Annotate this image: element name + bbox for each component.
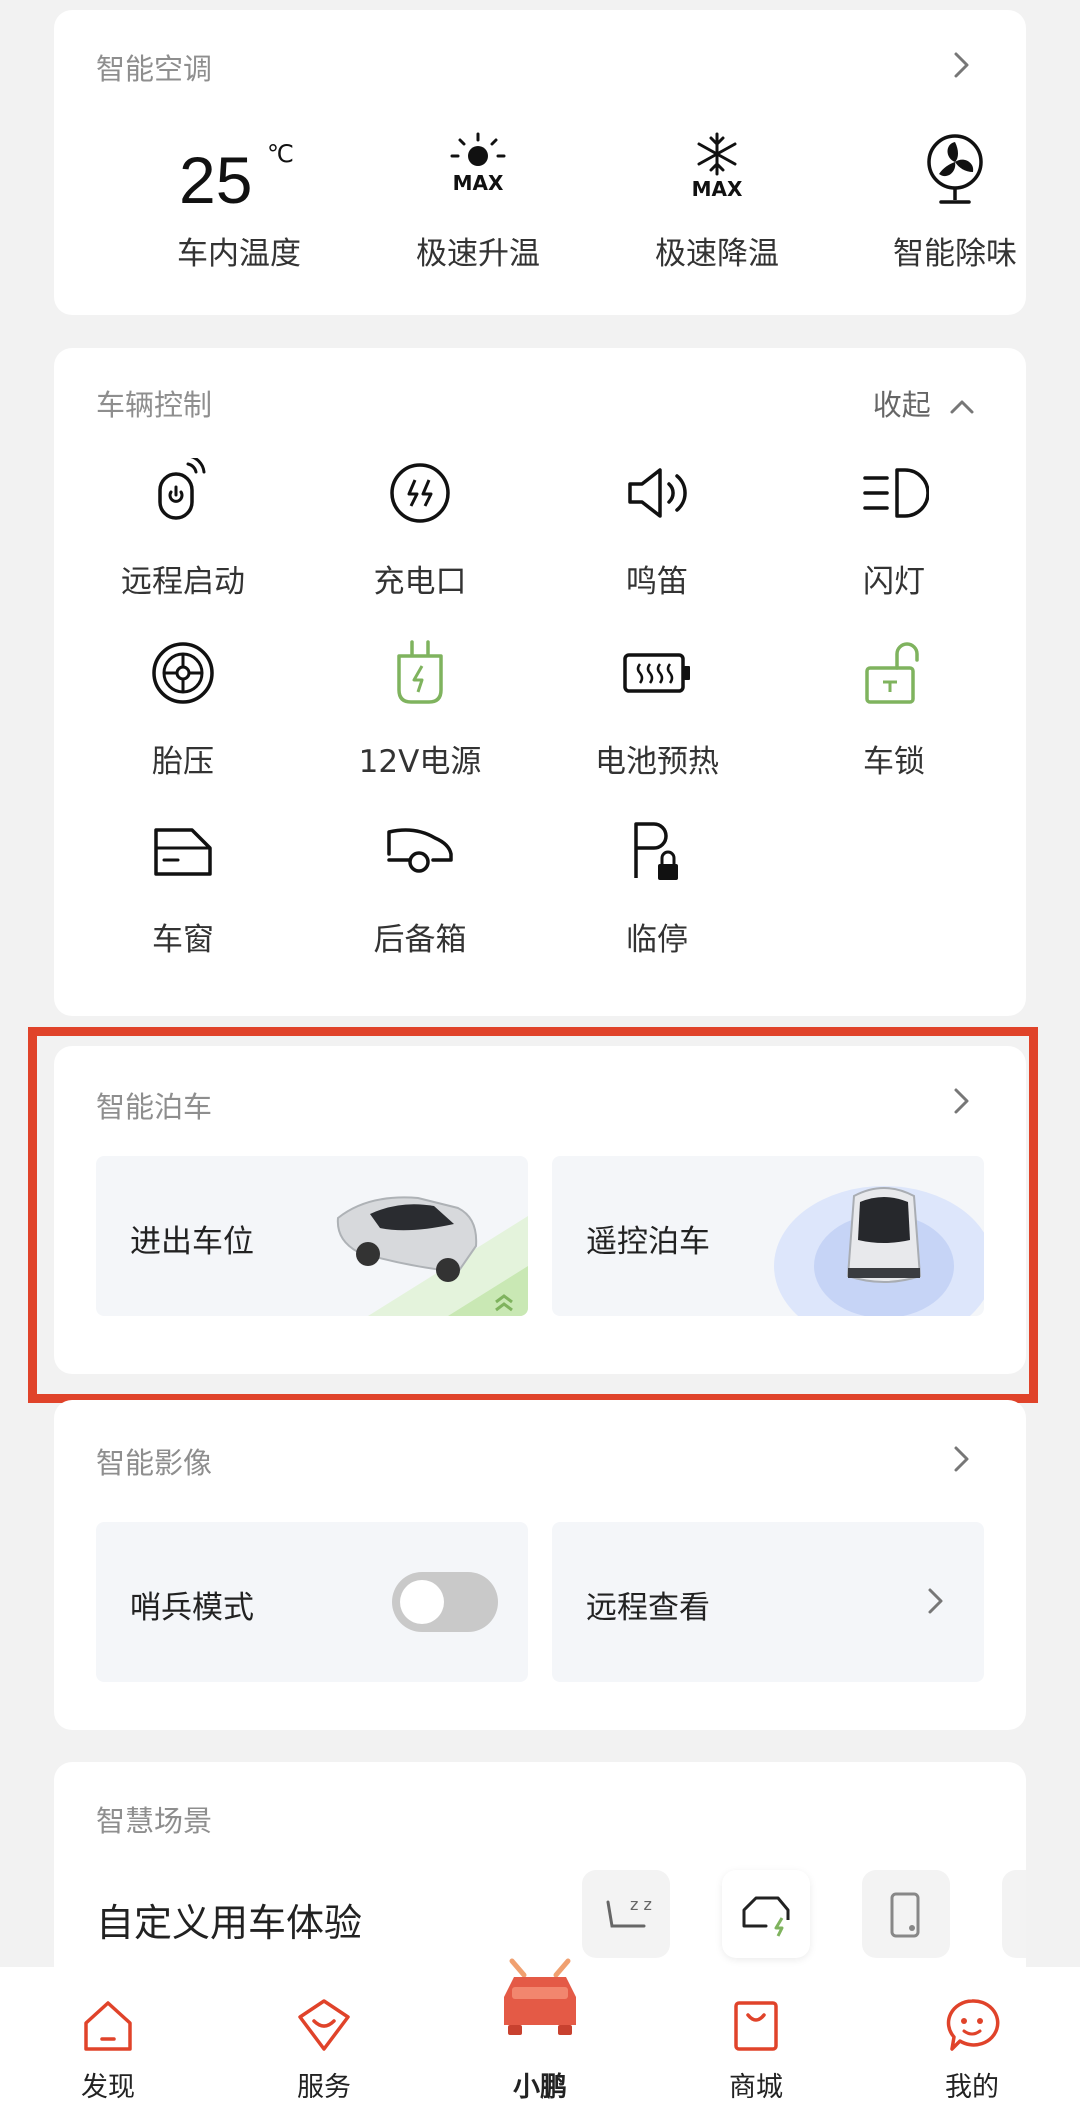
parking-lock-icon	[622, 816, 692, 886]
cabin-temperature-value: 25	[179, 143, 253, 217]
chevron-right-icon	[920, 1586, 950, 1616]
window-icon	[148, 816, 218, 886]
vc-item-label: 12V电源	[358, 744, 482, 780]
sleep-seat-icon[interactable]: z z	[582, 1870, 670, 1958]
remote-start-icon	[148, 458, 218, 528]
vc-item-label: 后备箱	[373, 922, 467, 958]
vc-item-label: 临停	[626, 922, 688, 958]
plug-icon	[385, 638, 455, 708]
tab-profile[interactable]: 我的	[902, 1967, 1042, 2107]
ac-item-label: 极速降温	[655, 236, 779, 272]
fan-icon	[915, 130, 995, 210]
snowflake-max-icon: MAX	[677, 130, 757, 210]
sentry-mode-label: 哨兵模式	[130, 1590, 254, 1626]
toggle-knob	[400, 1580, 444, 1624]
car-charge-icon[interactable]	[722, 1870, 810, 1958]
sun-max-icon: MAX	[438, 130, 518, 210]
ac-item-label: 极速升温	[416, 236, 540, 272]
tab-label: 我的	[945, 2072, 999, 2103]
vc-item-label: 车窗	[152, 922, 214, 958]
headlight-icon	[859, 458, 929, 528]
vehicle-control-title: 车辆控制	[96, 388, 213, 422]
remote-view-label: 远程查看	[586, 1590, 710, 1626]
tab-service[interactable]: 服务	[254, 1967, 394, 2107]
collapse-label: 收起	[872, 388, 931, 422]
vc-item-label: 胎压	[152, 744, 214, 780]
vc-item-label: 闪灯	[863, 564, 925, 600]
tab-xpeng[interactable]: 小鹏	[470, 1958, 610, 2107]
vc-item-label: 车锁	[863, 744, 925, 780]
vc-item-label: 充电口	[373, 564, 467, 600]
profile-face-icon	[942, 1995, 1002, 2055]
trunk-icon	[385, 816, 455, 886]
svg-text:MAX: MAX	[453, 171, 504, 195]
smart-camera-card: 智能影像 哨兵模式 远程查看	[54, 1400, 1026, 1730]
charge-port-icon	[385, 458, 455, 528]
tire-icon	[148, 638, 218, 708]
smart-ac-title: 智能空调	[96, 52, 213, 86]
tab-shop[interactable]: 商城	[686, 1967, 826, 2107]
tab-label: 商城	[729, 2072, 783, 2103]
home-icon	[78, 1995, 138, 2055]
vc-item-label: 远程启动	[121, 564, 245, 600]
svg-text:MAX: MAX	[692, 177, 743, 201]
sentry-mode-toggle[interactable]	[392, 1572, 498, 1632]
chevron-right-icon[interactable]	[946, 50, 976, 80]
shop-bag-icon	[726, 1995, 786, 2055]
smart-scene-title: 智慧场景	[96, 1804, 213, 1838]
more-scene-icon[interactable]	[1002, 1870, 1026, 1958]
car-logo-icon	[490, 1947, 590, 2047]
unlock-icon	[859, 638, 929, 708]
svg-text:z z: z z	[630, 1895, 652, 1914]
tab-label: 小鹏	[513, 2072, 567, 2103]
vehicle-control-card: 车辆控制 收起 远程启动 充电口 鸣笛 闪灯 胎压 12V电源 电池预热 车锁 …	[54, 348, 1026, 1016]
phone-icon[interactable]	[862, 1870, 950, 1958]
horn-icon	[622, 458, 692, 528]
sentry-mode-tile: 哨兵模式	[96, 1522, 528, 1682]
smart-camera-title: 智能影像	[96, 1446, 213, 1480]
tab-label: 发现	[81, 2072, 135, 2103]
service-icon	[294, 1995, 354, 2055]
temperature-unit: ℃	[267, 141, 294, 168]
chevron-up-icon	[950, 400, 974, 414]
chevron-right-icon[interactable]	[946, 1444, 976, 1474]
ac-item-label: 车内温度	[177, 236, 301, 272]
vc-item-label: 鸣笛	[626, 564, 688, 600]
remote-view-tile[interactable]: 远程查看	[552, 1522, 984, 1682]
tab-label: 服务	[297, 2072, 351, 2103]
battery-heat-icon	[622, 638, 692, 708]
scene-subtitle[interactable]: 自定义用车体验	[96, 1892, 362, 1947]
bottom-tab-bar: 发现 服务 小鹏 商城 我的	[0, 1958, 1080, 2107]
ac-item-label: 智能除味	[893, 236, 1017, 272]
smart-ac-card: 智能空调 25 ℃ 车内温度 MAX 极速升温 MAX 极速降温 智能除味	[54, 10, 1026, 315]
collapse-button[interactable]: 收起	[873, 382, 976, 424]
highlight-frame	[28, 1027, 1038, 1403]
tab-discover[interactable]: 发现	[38, 1967, 178, 2107]
vc-item-label: 电池预热	[595, 744, 719, 780]
